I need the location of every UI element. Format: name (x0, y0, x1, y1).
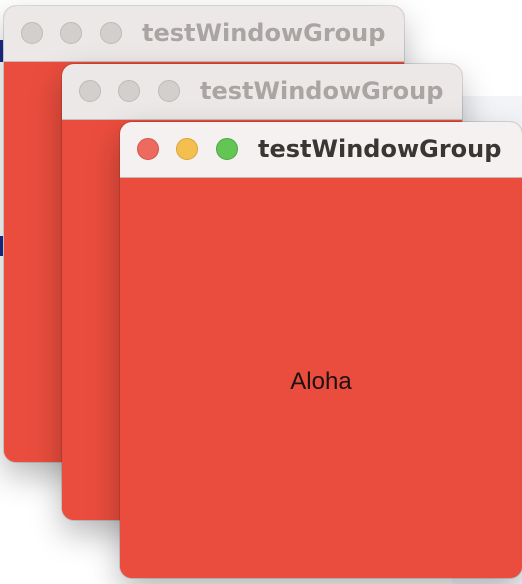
zoom-button[interactable] (216, 138, 238, 160)
zoom-button[interactable] (158, 80, 180, 102)
window-title: testWindowGroup (142, 19, 386, 47)
minimize-button[interactable] (60, 22, 82, 44)
zoom-button[interactable] (100, 22, 122, 44)
window-title: testWindowGroup (258, 135, 502, 163)
close-button[interactable] (79, 80, 101, 102)
close-button[interactable] (21, 22, 43, 44)
minimize-button[interactable] (118, 80, 140, 102)
window-front-content: Aloha (120, 178, 522, 578)
window-front-titlebar[interactable]: testWindowGroup (120, 122, 522, 178)
close-button[interactable] (137, 138, 159, 160)
window-middle-titlebar[interactable]: testWindowGroup (62, 64, 462, 120)
minimize-button[interactable] (176, 138, 198, 160)
background-edge-mark (0, 236, 3, 256)
greeting-text: Aloha (290, 368, 352, 395)
window-front[interactable]: testWindowGroup Aloha (120, 122, 522, 578)
window-title: testWindowGroup (200, 77, 444, 105)
desktop: testWindowGroup testWindowGroup testWind… (0, 0, 522, 584)
background-edge-mark (0, 40, 3, 62)
background-window-strip (452, 96, 522, 124)
window-back-titlebar[interactable]: testWindowGroup (4, 6, 404, 62)
